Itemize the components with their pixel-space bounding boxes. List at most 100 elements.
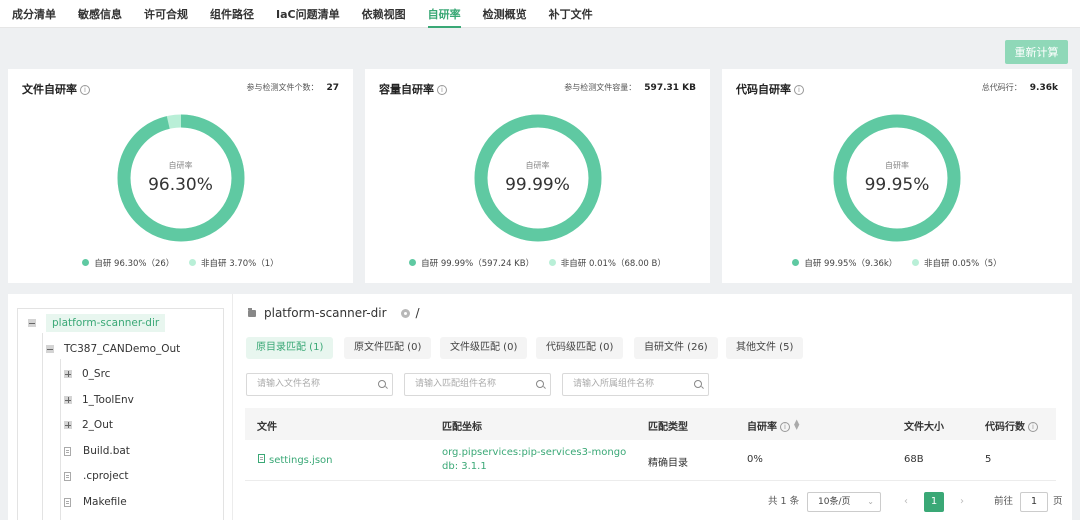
- search-placeholder: 请输入匹配组件名称: [415, 379, 497, 389]
- tab-filelevel-match[interactable]: 文件级匹配 (0): [440, 337, 528, 359]
- collapse-icon[interactable]: [46, 345, 54, 353]
- goto-page-input[interactable]: 1: [1020, 492, 1048, 512]
- tree-node-folder[interactable]: 0_Src: [64, 363, 110, 385]
- tree-node-file[interactable]: Build.bat: [64, 440, 130, 462]
- row-size: 68B: [904, 454, 924, 465]
- expand-icon[interactable]: [64, 396, 72, 404]
- header-coord: 匹配坐标: [442, 422, 482, 433]
- goto-label: 前往: [994, 496, 1014, 507]
- row-file-name: settings.json: [269, 455, 333, 466]
- breadcrumb-dir: platform-scanner-dir: [264, 306, 387, 320]
- search-icon[interactable]: [378, 380, 386, 388]
- info-icon[interactable]: i: [437, 85, 447, 95]
- row-type: 精确目录: [648, 458, 688, 469]
- nav-tab-dependency-view[interactable]: 依赖视图: [362, 0, 406, 28]
- nav-tab-license[interactable]: 许可合规: [144, 0, 188, 28]
- center-value: 99.95%: [864, 175, 930, 195]
- card-title: 代码自研率 i: [736, 81, 804, 97]
- legend-other-text: 非自研 0.01%（68.00 B）: [560, 259, 666, 269]
- search-icon[interactable]: [694, 380, 702, 388]
- search-placeholder: 请输入文件名称: [257, 379, 321, 389]
- expand-icon[interactable]: [64, 421, 72, 429]
- capacity-rate-card: 容量自研率 i 参与检测文件容量： 597.31 KB 自研率 99.99% 自研 …: [365, 69, 710, 283]
- row-file-link[interactable]: settings.json: [258, 454, 333, 466]
- code-rate-card: 代码自研率 i 总代码行： 9.36k 自研率 99.95% 自研 99.95%（9…: [722, 69, 1072, 283]
- center-label: 自研率: [885, 161, 909, 170]
- legend-other-text: 非自研 0.05%（5）: [924, 259, 1002, 269]
- next-page-button[interactable]: ›: [952, 492, 972, 512]
- tab-self-dev-files[interactable]: 自研文件 (26): [634, 337, 718, 359]
- card-meta: 参与检测文件容量： 597.31 KB: [564, 82, 696, 93]
- other-dot-icon: [912, 259, 920, 266]
- other-dot-icon: [189, 259, 196, 266]
- info-icon[interactable]: i: [80, 85, 90, 95]
- meta-value: 597.31 KB: [644, 83, 696, 93]
- row-coord-line1[interactable]: org.pipservices:pip-services3-mongo: [442, 447, 626, 458]
- detail-panel: platform-scanner-dir TC387_CANDemo_Out 0…: [8, 294, 1072, 520]
- tree-node-file[interactable]: Makefile: [64, 491, 127, 513]
- legend: 自研 99.95%（9.36k） 非自研 0.05%（5）: [722, 257, 1072, 269]
- chevron-down-icon: ⌄: [867, 497, 874, 506]
- tree-node-child[interactable]: TC387_CANDemo_Out: [46, 338, 180, 360]
- tree-node-label: 2_Out: [82, 419, 113, 431]
- nav-tab-components[interactable]: 成分清单: [12, 0, 56, 28]
- coord-search[interactable]: 请输入匹配组件名称: [404, 373, 551, 396]
- folder-icon: [248, 307, 256, 317]
- tree-node-label: Makefile: [83, 496, 127, 508]
- row-rate: 0%: [747, 454, 763, 465]
- other-dot-icon: [548, 259, 556, 266]
- self-dot-icon: [409, 259, 417, 266]
- nav-tab-self-dev-rate[interactable]: 自研率: [427, 0, 461, 28]
- self-dot-icon: [792, 259, 800, 266]
- recalculate-button[interactable]: 重新计算: [1005, 40, 1068, 64]
- tree-node-root[interactable]: platform-scanner-dir: [28, 312, 166, 334]
- collapse-icon[interactable]: [28, 319, 36, 327]
- page-size-select[interactable]: 10条/页 ⌄: [807, 492, 881, 512]
- tab-codelevel-match[interactable]: 代码级匹配 (0): [536, 337, 624, 359]
- breadcrumb: platform-scanner-dir /: [248, 306, 420, 320]
- tree-node-folder[interactable]: 2_Out: [64, 414, 113, 436]
- meta-value: 9.36k: [1029, 83, 1058, 93]
- tree-node-folder[interactable]: 1_ToolEnv: [64, 389, 134, 411]
- tab-file-match[interactable]: 原文件匹配 (0): [344, 337, 432, 359]
- expand-icon[interactable]: [64, 370, 72, 378]
- current-page-button[interactable]: 1: [924, 492, 944, 512]
- tree-node-label: 0_Src: [82, 368, 111, 380]
- pagination-total: 共 1 条: [768, 496, 800, 507]
- center-value: 99.99%: [505, 175, 570, 195]
- nav-tab-iac-issues[interactable]: IaC问题清单: [276, 0, 340, 28]
- header-rate[interactable]: 自研率 i ▲ ▼: [747, 418, 799, 434]
- sort-icon[interactable]: ▲ ▼: [794, 419, 799, 431]
- page-size-value: 10条/页: [818, 497, 851, 507]
- nav-tab-overview[interactable]: 检测概览: [483, 0, 527, 28]
- info-icon[interactable]: i: [780, 422, 790, 432]
- file-name-search[interactable]: 请输入文件名称: [246, 373, 393, 396]
- nav-tab-patch-files[interactable]: 补丁文件: [549, 0, 593, 28]
- tab-dir-match[interactable]: 原目录匹配 (1): [246, 337, 334, 359]
- file-icon: [64, 497, 71, 507]
- prev-page-button[interactable]: ‹: [896, 492, 916, 512]
- location-icon[interactable]: [400, 308, 410, 318]
- file-rate-card: 文件自研率 i 参与检测文件个数： 27 自研率 96.30% 自研 96.30%（…: [8, 69, 353, 283]
- center-value: 96.30%: [148, 175, 213, 195]
- center-label: 自研率: [525, 161, 550, 170]
- tab-other-files[interactable]: 其他文件 (5): [726, 337, 804, 359]
- row-coord-line2[interactable]: db: 3.1.1: [442, 461, 487, 472]
- meta-label: 参与检测文件个数：: [246, 83, 319, 92]
- header-size: 文件大小: [904, 422, 944, 433]
- tree-node-label: TC387_CANDemo_Out: [64, 343, 181, 355]
- file-icon: [64, 471, 71, 481]
- header-file: 文件: [257, 422, 277, 433]
- nav-tab-component-path[interactable]: 组件路径: [210, 0, 254, 28]
- nav-tab-sensitive[interactable]: 敏感信息: [78, 0, 122, 28]
- tree-node-label: platform-scanner-dir: [46, 314, 166, 332]
- component-search[interactable]: 请输入所属组件名称: [562, 373, 709, 396]
- header-lines: 代码行数 i: [985, 418, 1038, 433]
- search-icon[interactable]: [536, 380, 544, 388]
- legend: 自研 99.99%（597.24 KB） 非自研 0.01%（68.00 B）: [365, 257, 710, 269]
- info-icon[interactable]: i: [794, 85, 804, 95]
- file-icon: [258, 454, 265, 463]
- directory-tree: platform-scanner-dir TC387_CANDemo_Out 0…: [17, 308, 224, 520]
- info-icon[interactable]: i: [1028, 422, 1038, 432]
- tree-node-file[interactable]: .cproject: [64, 465, 129, 487]
